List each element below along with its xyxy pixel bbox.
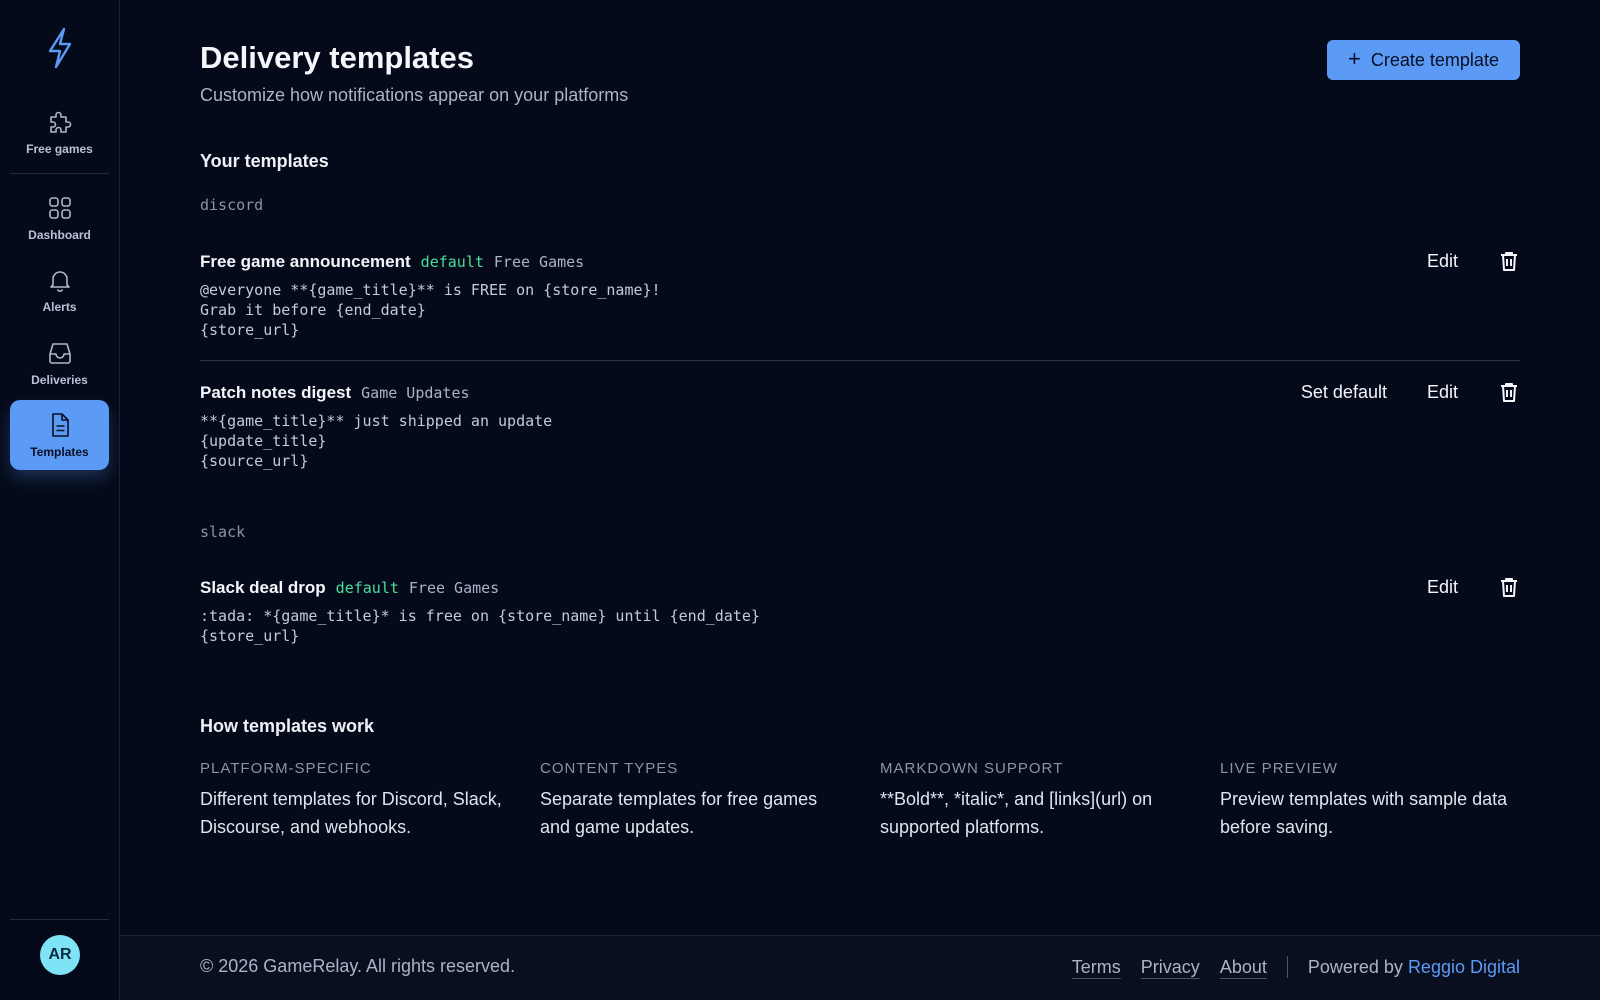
info-column-live-preview: LIVE PREVIEW Preview templates with samp… xyxy=(1220,760,1530,841)
template-body: **{game_title}** just shipped an update … xyxy=(200,412,553,470)
sidebar-item-label: Deliveries xyxy=(31,373,88,387)
info-text: Separate templates for free games and ga… xyxy=(540,789,818,837)
template-name: Free game announcement xyxy=(200,252,411,271)
template-type: Free Games xyxy=(493,253,585,271)
sidebar-item-alerts[interactable]: Alerts xyxy=(10,255,109,325)
edit-button[interactable]: Edit xyxy=(1427,577,1458,598)
create-template-label: Create template xyxy=(1370,49,1499,70)
sidebar-item-label: Alerts xyxy=(42,300,77,314)
puzzle-icon xyxy=(49,111,71,133)
set-default-button[interactable]: Set default xyxy=(1301,382,1387,403)
sidebar-item-templates[interactable]: Templates xyxy=(10,400,109,470)
sidebar-item-label: Dashboard xyxy=(28,228,91,242)
inbox-icon xyxy=(48,343,71,364)
info-heading: MARKDOWN SUPPORT xyxy=(880,760,1064,777)
footer: © 2026 GameRelay. All rights reserved. T… xyxy=(120,935,1600,1000)
footer-link-privacy[interactable]: Privacy xyxy=(1141,957,1200,978)
lightning-logo-icon[interactable] xyxy=(44,26,76,70)
info-column-platform-specific: PLATFORM-SPECIFIC Different templates fo… xyxy=(200,760,510,841)
template-name: Slack deal drop xyxy=(200,578,326,597)
info-heading: LIVE PREVIEW xyxy=(1220,760,1338,777)
platform-label-discord: discord xyxy=(200,196,264,214)
sidebar-divider xyxy=(10,173,109,174)
create-template-button[interactable]: + Create template xyxy=(1327,40,1520,80)
page-subtitle: Customize how notifications appear on yo… xyxy=(200,85,629,105)
bell-icon xyxy=(49,271,70,292)
template-name: Patch notes digest xyxy=(200,383,352,402)
info-column-markdown-support: MARKDOWN SUPPORT **Bold**, *italic*, and… xyxy=(880,760,1190,841)
brand-link[interactable]: Reggio Digital xyxy=(1408,957,1520,977)
template-row: Free game announcement default Free Game… xyxy=(200,250,1520,340)
trash-icon[interactable] xyxy=(1498,381,1520,403)
platform-label-slack: slack xyxy=(200,523,246,541)
footer-divider xyxy=(1286,956,1288,978)
plus-icon: + xyxy=(1348,46,1361,71)
powered-by-text: Powered by xyxy=(1307,956,1403,977)
copyright-text: © 2026 GameRelay. All rights reserved. xyxy=(200,956,516,976)
section-title-your-templates: Your templates xyxy=(200,151,329,171)
sidebar-item-label: Templates xyxy=(30,445,89,459)
default-badge: default xyxy=(420,253,484,271)
default-badge: default xyxy=(335,579,399,597)
template-body: @everyone **{game_title}** is FREE on {s… xyxy=(200,281,661,339)
trash-icon[interactable] xyxy=(1498,250,1520,272)
trash-icon[interactable] xyxy=(1498,576,1520,598)
info-heading: PLATFORM-SPECIFIC xyxy=(200,760,372,777)
sidebar-divider xyxy=(10,919,109,920)
edit-button[interactable]: Edit xyxy=(1427,382,1458,403)
footer-link-about[interactable]: About xyxy=(1220,957,1267,978)
grid-icon xyxy=(48,197,71,219)
sidebar-item-dashboard[interactable]: Dashboard xyxy=(10,183,109,253)
info-text: **Bold**, *italic*, and [links](url) on … xyxy=(880,789,1153,837)
template-body: :tada: *{game_title}* is free on {store_… xyxy=(200,607,760,645)
info-heading: CONTENT TYPES xyxy=(540,760,679,777)
edit-button[interactable]: Edit xyxy=(1427,251,1458,272)
footer-link-terms[interactable]: Terms xyxy=(1072,957,1121,978)
avatar[interactable]: AR xyxy=(40,935,80,975)
sidebar-item-label: Free games xyxy=(26,142,93,156)
template-row: Patch notes digest Game Updates **{game_… xyxy=(200,381,1520,471)
template-row: Slack deal drop default Free Games :tada… xyxy=(200,576,1520,646)
template-type: Game Updates xyxy=(361,384,470,402)
page-title: Delivery templates xyxy=(200,40,474,75)
sidebar-item-free-games[interactable]: Free games xyxy=(10,97,109,167)
info-text: Different templates for Discord, Slack, … xyxy=(200,789,502,837)
sidebar-item-deliveries[interactable]: Deliveries xyxy=(10,328,109,398)
template-type: Free Games xyxy=(408,579,500,597)
footer-links: Terms Privacy About Powered by Reggio Di… xyxy=(1072,956,1520,978)
section-title-how-templates-work: How templates work xyxy=(200,716,375,736)
document-icon xyxy=(51,413,69,437)
info-text: Preview templates with sample data befor… xyxy=(1220,789,1508,837)
sidebar: Free games Dashboard Alerts Deliveries T… xyxy=(0,0,120,1000)
template-divider xyxy=(200,360,1520,361)
info-column-content-types: CONTENT TYPES Separate templates for fre… xyxy=(540,760,850,841)
